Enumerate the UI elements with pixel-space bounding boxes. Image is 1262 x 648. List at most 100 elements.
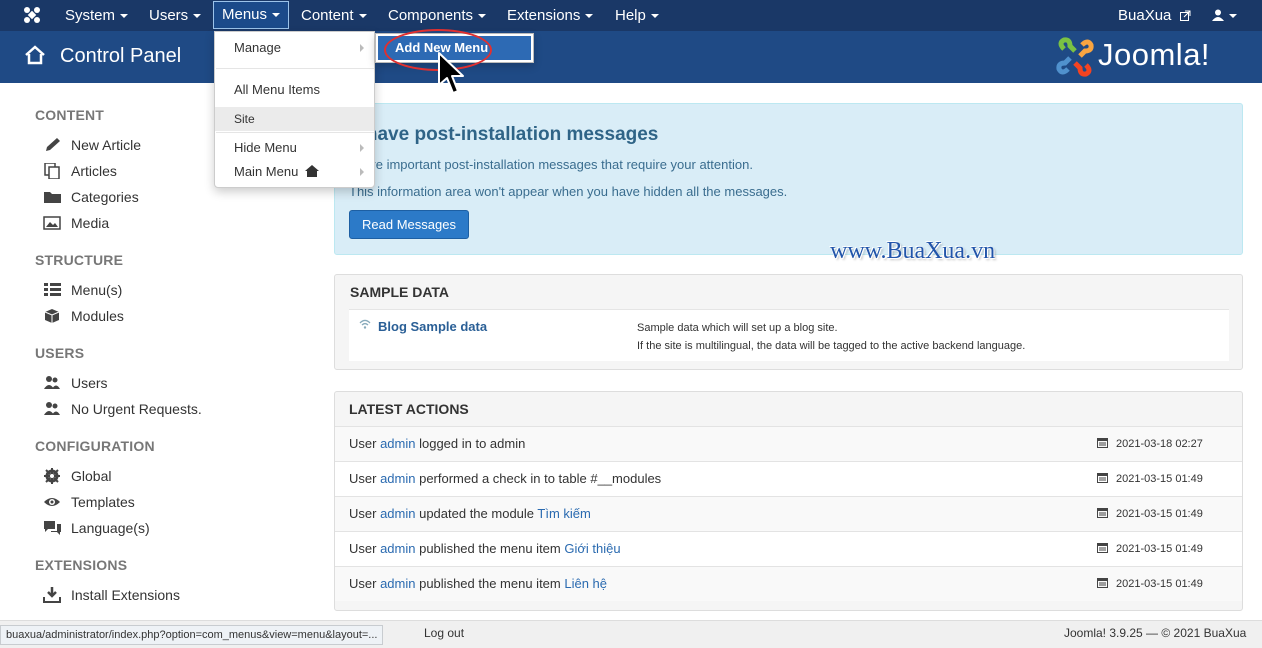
menus-dropdown: Manage All Menu Items Site Hide Menu Mai… xyxy=(214,31,375,188)
target-link[interactable]: Giới thiệu xyxy=(564,541,620,556)
menu-item-manage[interactable]: Manage xyxy=(215,36,374,60)
cube-icon xyxy=(44,309,60,323)
menu-item-label: Manage xyxy=(234,40,281,55)
read-messages-button[interactable]: Read Messages xyxy=(349,210,469,239)
joomla-brand-icon xyxy=(1056,37,1094,77)
wifi-icon xyxy=(359,319,371,329)
sidebar-item-articles[interactable]: Articles xyxy=(43,163,117,183)
nav-site-link[interactable]: BuaXua xyxy=(1110,0,1199,31)
caret-down-icon xyxy=(120,14,129,19)
chevron-right-icon xyxy=(360,44,364,52)
nav-content-label: Content xyxy=(301,7,354,24)
caret-down-icon xyxy=(272,13,281,18)
sidebar-item-categories[interactable]: Categories xyxy=(43,189,139,209)
sample-description: If the site is multilingual, the data wi… xyxy=(637,340,1026,352)
user-link[interactable]: admin xyxy=(380,471,415,486)
list-icon xyxy=(44,283,61,296)
panel-heading: SAMPLE DATA xyxy=(350,284,450,300)
sidebar-item-label: Language(s) xyxy=(71,520,150,536)
post-install-alert: u have post-installation messages re are… xyxy=(334,103,1243,255)
logout-link[interactable]: Log out xyxy=(424,626,464,640)
action-date: 2021-03-18 02:27 xyxy=(1097,437,1203,450)
sidebar-item-new-article[interactable]: New Article xyxy=(43,137,141,157)
calendar-icon xyxy=(1097,578,1108,588)
eye-icon xyxy=(44,498,60,506)
calendar-icon xyxy=(1097,508,1108,518)
sidebar-item-label: No Urgent Requests. xyxy=(71,401,202,417)
user-link[interactable]: admin xyxy=(380,506,415,521)
sidebar-item-label: Install Extensions xyxy=(71,587,180,603)
nav-components[interactable]: Components xyxy=(380,0,494,31)
sidebar-item-label: Modules xyxy=(71,308,124,324)
chevron-right-icon xyxy=(360,168,364,176)
download-icon xyxy=(43,587,61,603)
user-link[interactable]: admin xyxy=(380,576,415,591)
sidebar-item-label: Users xyxy=(71,375,108,391)
menu-item-main-menu[interactable]: Main Menu xyxy=(215,160,374,184)
sample-description: Sample data which will set up a blog sit… xyxy=(637,322,838,334)
nav-system[interactable]: System xyxy=(57,0,136,31)
sidebar-item-menus[interactable]: Menu(s) xyxy=(43,282,122,302)
action-date: 2021-03-15 01:49 xyxy=(1097,472,1203,485)
sidebar-item-global[interactable]: Global xyxy=(43,468,111,488)
nav-components-label: Components xyxy=(388,7,474,24)
nav-extensions[interactable]: Extensions xyxy=(499,0,601,31)
sidebar-item-modules[interactable]: Modules xyxy=(43,308,124,328)
blog-sample-data-link[interactable]: Blog Sample data xyxy=(378,319,487,334)
caret-down-icon xyxy=(650,14,659,19)
nav-system-label: System xyxy=(65,7,116,24)
table-row: User admin published the menu item Liên … xyxy=(335,566,1242,601)
nav-help[interactable]: Help xyxy=(607,0,667,31)
calendar-icon xyxy=(1097,473,1108,483)
menu-item-label: Main Menu xyxy=(234,164,299,179)
caret-down-icon xyxy=(193,14,202,19)
calendar-icon xyxy=(1097,543,1108,553)
nav-extensions-label: Extensions xyxy=(507,7,581,24)
sidebar-item-urgent-requests[interactable]: No Urgent Requests. xyxy=(43,401,202,421)
sidebar-item-label: New Article xyxy=(71,137,142,153)
sidebar-item-install-extensions[interactable]: Install Extensions xyxy=(43,587,180,607)
joomla-brand-text: Joomla! xyxy=(1098,37,1211,72)
table-row: User admin updated the module Tìm kiếm 2… xyxy=(335,496,1242,531)
nav-menus[interactable]: Menus xyxy=(213,1,290,29)
action-date: 2021-03-15 01:49 xyxy=(1097,507,1203,520)
browser-status-url: buaxua/administrator/index.php?option=co… xyxy=(0,625,384,645)
action-text: User admin performed a check in to table… xyxy=(349,471,662,486)
sidebar-item-media[interactable]: Media xyxy=(43,215,109,235)
table-row: User admin published the menu item Giới … xyxy=(335,531,1242,566)
user-icon xyxy=(1212,9,1224,21)
pencil-icon xyxy=(46,138,60,151)
joomla-logo-icon[interactable] xyxy=(22,5,42,25)
external-link-icon xyxy=(1179,10,1191,21)
sidebar-item-label: Templates xyxy=(71,494,135,510)
panel-heading: LATEST ACTIONS xyxy=(349,401,469,417)
sample-data-row: Blog Sample data Sample data which will … xyxy=(349,309,1229,361)
nav-content[interactable]: Content xyxy=(293,0,375,31)
user-link[interactable]: admin xyxy=(380,436,415,451)
action-text: User admin updated the module Tìm kiếm xyxy=(349,506,591,521)
home-icon xyxy=(25,45,45,65)
action-text: User admin published the menu item Giới … xyxy=(349,541,621,556)
nav-users[interactable]: Users xyxy=(141,0,209,31)
sidebar-item-languages[interactable]: Language(s) xyxy=(43,520,150,540)
target-link[interactable]: Liên hệ xyxy=(564,576,607,591)
menu-item-hide-menu[interactable]: Hide Menu xyxy=(215,136,374,160)
nav-user-menu[interactable] xyxy=(1204,0,1245,31)
menu-item-all-menu-items[interactable]: All Menu Items xyxy=(215,78,374,102)
menu-item-label: All Menu Items xyxy=(234,82,320,97)
sidebar-heading-configuration: CONFIGURATION xyxy=(35,438,155,454)
target-link[interactable]: Tìm kiếm xyxy=(537,506,590,521)
caret-down-icon xyxy=(585,14,594,19)
sidebar-item-users[interactable]: Users xyxy=(43,375,108,395)
caret-down-icon xyxy=(358,14,367,19)
sidebar-item-label: Articles xyxy=(71,163,117,179)
user-link[interactable]: admin xyxy=(380,541,415,556)
site-link-label: BuaXua xyxy=(1118,7,1172,24)
chevron-right-icon xyxy=(360,144,364,152)
sample-data-panel: SAMPLE DATA Blog Sample data Sample data… xyxy=(334,274,1243,370)
menu-item-site[interactable]: Site xyxy=(215,107,374,131)
page-title: Control Panel xyxy=(60,45,182,67)
table-row: User admin performed a check in to table… xyxy=(335,461,1242,496)
sidebar-item-templates[interactable]: Templates xyxy=(43,494,135,514)
users-icon xyxy=(44,376,60,389)
